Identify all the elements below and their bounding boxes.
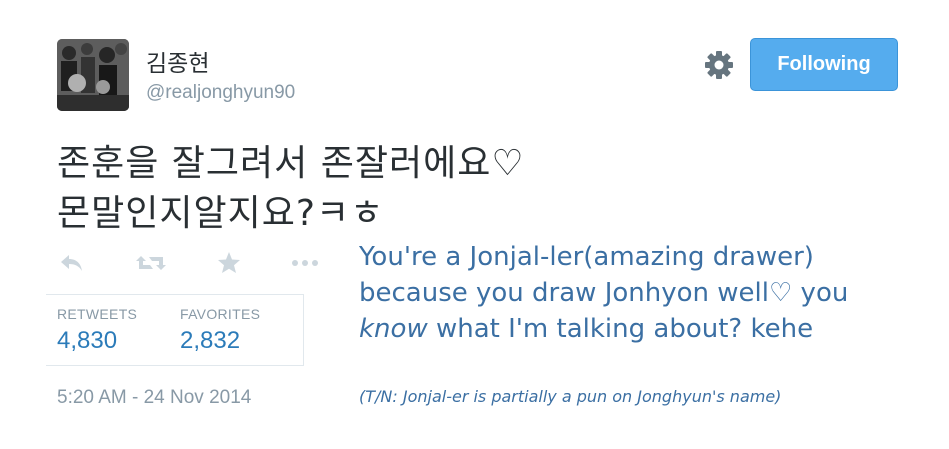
translation-text: You're a Jonjal-ler(amazing drawer) beca… — [359, 239, 919, 347]
retweets-label: RETWEETS — [57, 306, 138, 322]
translation-line-3: know what I'm talking about? kehe — [359, 311, 919, 347]
translation-line-3-rest: what I'm talking about? kehe — [427, 314, 814, 344]
tweet-text-line-2: 몬말인지알지요?ㅋㅎ — [57, 193, 385, 234]
retweets-count[interactable]: 4,830 — [57, 327, 117, 355]
following-button[interactable]: Following — [750, 38, 898, 91]
author-display-name[interactable]: 김종현 — [146, 44, 209, 78]
reply-icon[interactable] — [59, 248, 85, 278]
favorite-icon[interactable] — [217, 248, 241, 278]
tweet-stats: RETWEETS 4,830 FAVORITES 2,832 — [46, 294, 304, 366]
favorites-label: FAVORITES — [180, 306, 261, 322]
translation-emphasis: know — [359, 314, 428, 344]
tweet-text-line-1: 존훈을 잘그려서 존잘러에요♡ — [57, 143, 525, 184]
retweet-icon[interactable] — [135, 248, 167, 278]
tweet-timestamp[interactable]: 5:20 AM - 24 Nov 2014 — [57, 387, 251, 409]
favorites-count[interactable]: 2,832 — [180, 327, 240, 355]
more-icon[interactable] — [290, 248, 322, 278]
author-handle[interactable]: @realjonghyun90 — [146, 82, 295, 104]
gear-icon[interactable] — [703, 49, 735, 81]
translator-note: (T/N: Jonjal-er is partially a pun on Jo… — [359, 387, 782, 406]
translation-line-2: because you draw Jonhyon well♡ you — [359, 278, 849, 308]
translation-line-1: You're a Jonjal-ler(amazing drawer) — [359, 242, 814, 272]
avatar[interactable] — [57, 39, 129, 111]
